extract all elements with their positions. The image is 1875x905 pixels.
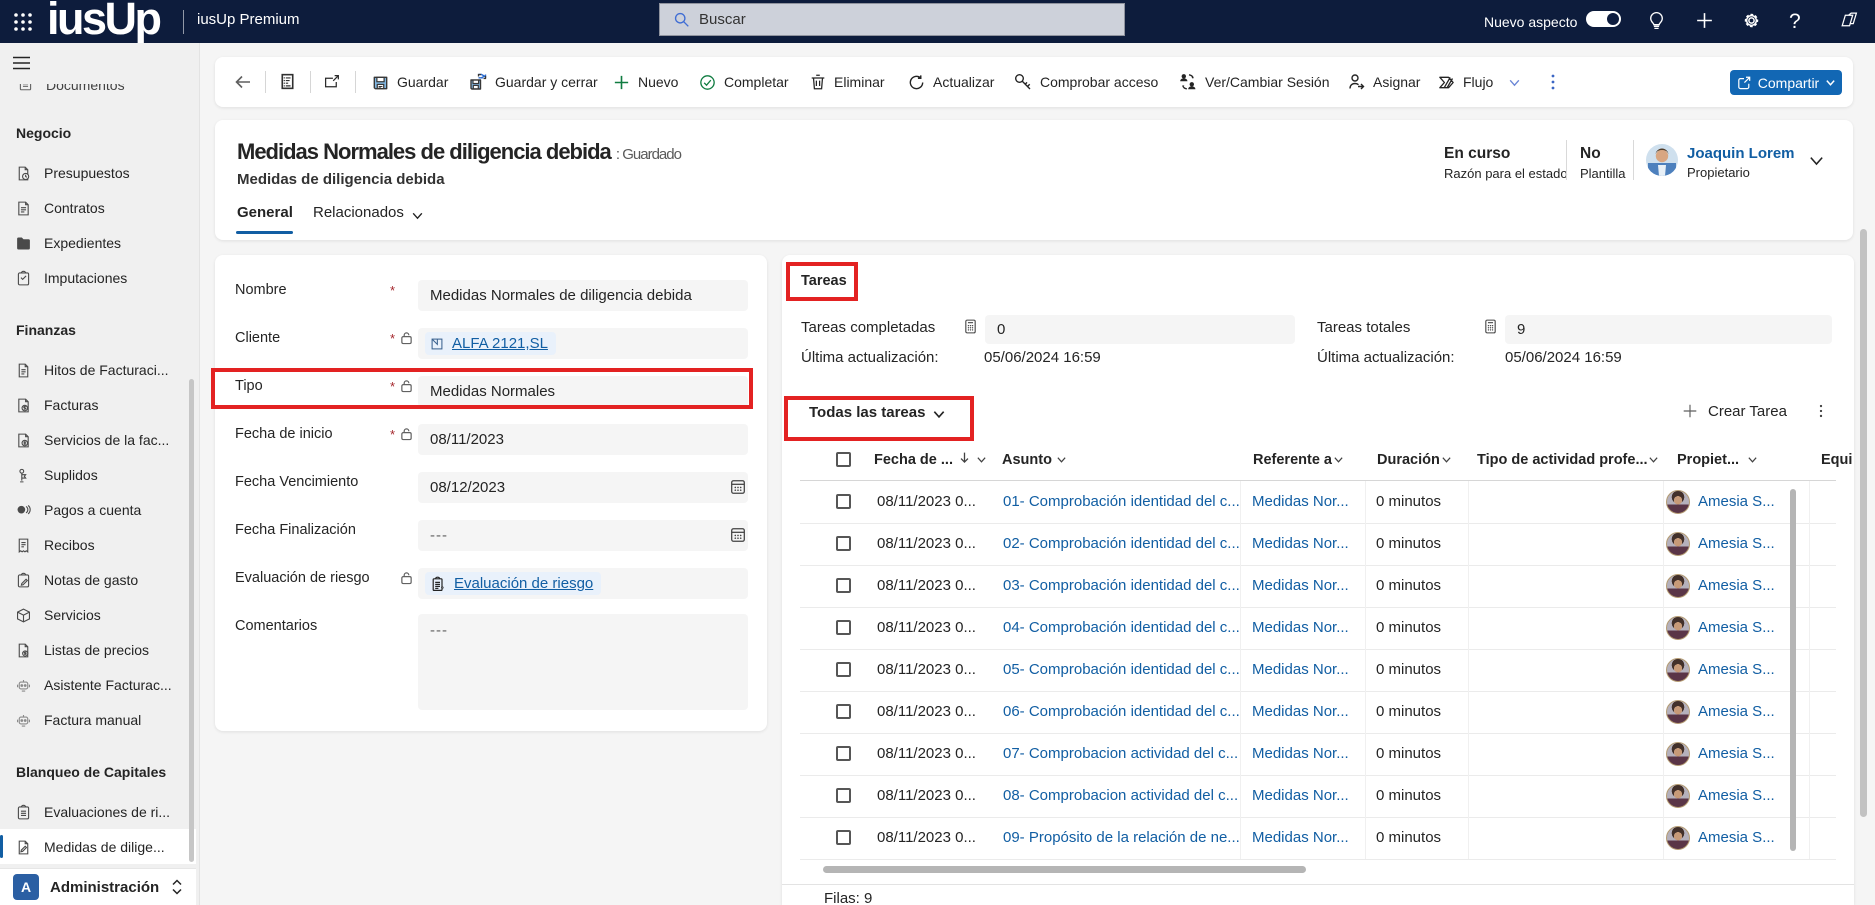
svg-text:?: ? [441,586,444,592]
